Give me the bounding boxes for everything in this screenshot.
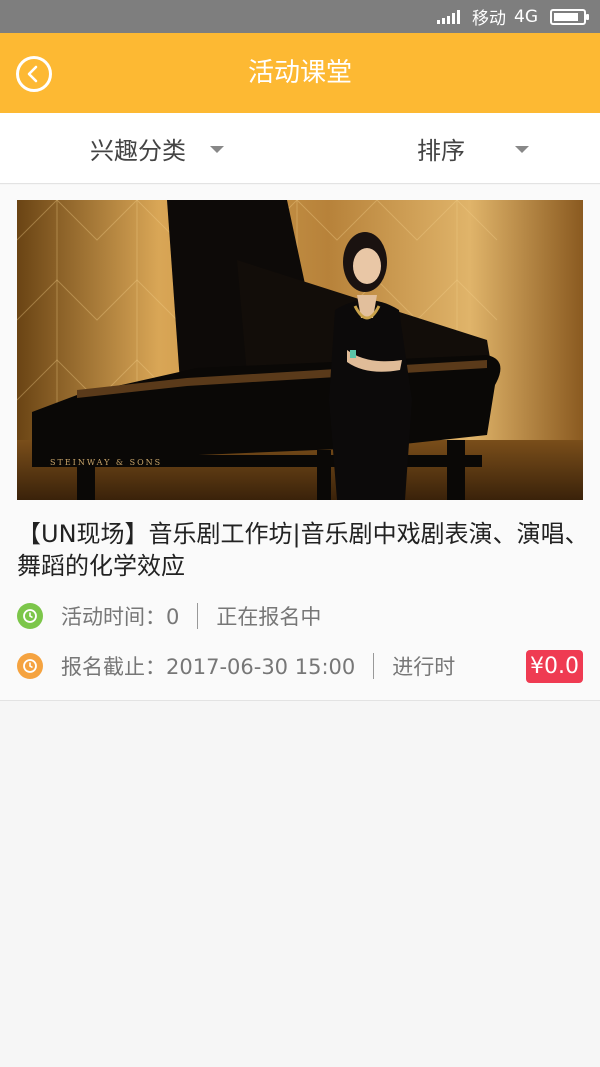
activity-card[interactable]: STEINWAY & SONS 【UN现场】音乐剧工作坊|音乐剧中戏剧表演、演唱…	[0, 185, 600, 701]
activity-classroom-screen: 移动 4G 活动课堂 兴趣分类 排序 STEINWAY & SONS 【UN现场…	[0, 0, 600, 1067]
sort-dropdown[interactable]: 排序	[417, 113, 529, 184]
piano-performer-photo: STEINWAY & SONS	[17, 200, 583, 500]
carrier-label: 移动	[472, 9, 506, 29]
app-header: 活动课堂	[0, 33, 600, 113]
clock-icon	[17, 653, 43, 679]
interest-category-dropdown[interactable]: 兴趣分类	[90, 113, 224, 184]
battery-level	[554, 12, 578, 21]
page-title: 活动课堂	[247, 58, 352, 88]
caret-down-icon	[210, 146, 224, 153]
divider	[197, 603, 199, 629]
filter-bar: 兴趣分类 排序	[0, 113, 600, 184]
activity-time-row: 活动时间：0 正在报名中	[17, 601, 321, 631]
signal-icon	[437, 9, 460, 24]
network-label: 4G	[514, 6, 538, 27]
activity-title[interactable]: 【UN现场】音乐剧工作坊|音乐剧中戏剧表演、演唱、舞蹈的化学效应	[17, 518, 592, 582]
chevron-left-icon	[27, 65, 38, 83]
status-bar: 移动 4G	[0, 0, 600, 33]
deadline-row: 报名截止：2017-06-30 15:00 进行时	[17, 651, 455, 681]
caret-down-icon	[515, 146, 529, 153]
battery-icon	[550, 8, 589, 25]
activity-cover-image[interactable]: STEINWAY & SONS	[17, 200, 583, 500]
activity-time-text: 活动时间：0	[61, 605, 180, 629]
piano-brand-text: STEINWAY & SONS	[50, 458, 162, 467]
price-badge: ¥0.0	[526, 650, 583, 683]
back-button[interactable]	[16, 56, 52, 92]
sort-label: 排序	[417, 137, 465, 165]
divider	[373, 653, 375, 679]
progress-status-text: 进行时	[392, 655, 456, 679]
signup-status-text: 正在报名中	[216, 605, 322, 629]
clock-icon	[17, 603, 43, 629]
status-indicators: 移动 4G	[437, 0, 589, 33]
interest-category-label: 兴趣分类	[90, 137, 186, 165]
deadline-text: 报名截止：2017-06-30 15:00	[61, 655, 356, 679]
